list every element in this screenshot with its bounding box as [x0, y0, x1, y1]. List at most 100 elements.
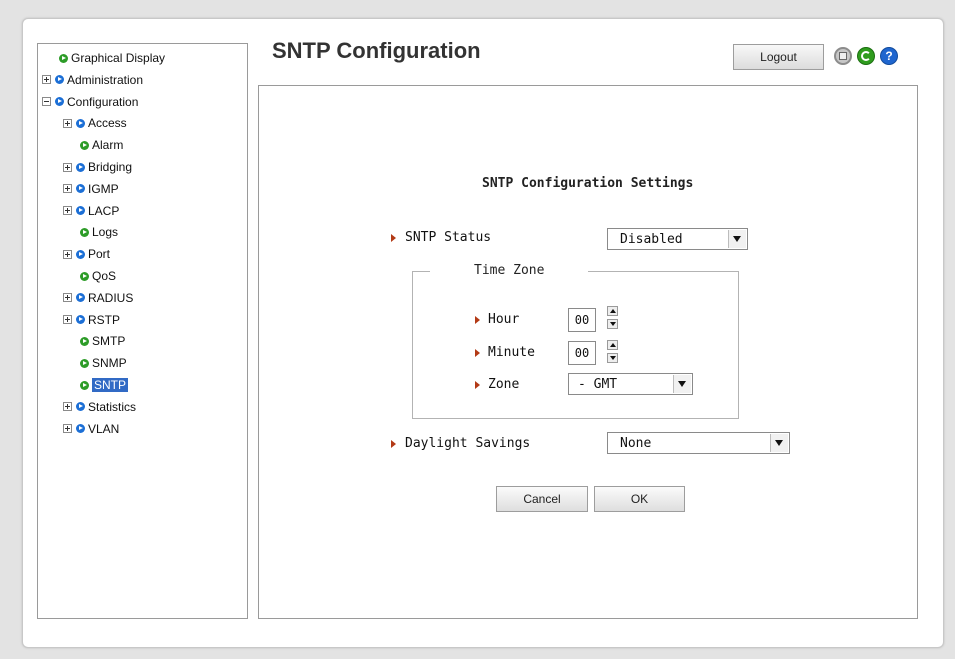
- sidebar-item-statistics[interactable]: Statistics: [63, 398, 136, 416]
- sidebar-item-igmp[interactable]: IGMP: [63, 180, 119, 198]
- sidebar-item-radius[interactable]: RADIUS: [63, 289, 133, 307]
- chevron-down-icon[interactable]: [728, 230, 746, 248]
- logout-button[interactable]: Logout: [733, 44, 824, 70]
- sidebar-item-sntp[interactable]: SNTP: [80, 376, 129, 394]
- bullet-arrow-icon: [80, 227, 89, 237]
- sidebar-item-label: RSTP: [88, 312, 121, 327]
- sidebar-item-label: Port: [88, 247, 111, 262]
- sidebar-item-snmp[interactable]: SNMP: [80, 354, 127, 372]
- expand-icon[interactable]: [63, 424, 72, 434]
- sidebar-item-label: RADIUS: [88, 290, 134, 305]
- sidebar-item-label: SMTP: [92, 334, 126, 349]
- daylight-savings-label: Daylight Savings: [391, 436, 530, 451]
- label-arrow-icon: [391, 233, 396, 242]
- expand-icon[interactable]: [63, 402, 72, 412]
- hour-decrement-icon[interactable]: [607, 319, 618, 329]
- sidebar-item-lacp[interactable]: LACP: [63, 202, 119, 220]
- navigation-tree: Graphical Display Administration Configura…: [37, 43, 248, 619]
- sntp-status-select[interactable]: Disabled: [607, 228, 748, 250]
- minute-field[interactable]: 00: [568, 341, 596, 365]
- zone-select[interactable]: - GMT: [568, 373, 693, 395]
- bullet-arrow-icon: [80, 271, 89, 281]
- sidebar-item-vlan[interactable]: VLAN: [63, 420, 119, 438]
- label-arrow-icon: [475, 315, 480, 324]
- sidebar-item-graphical-display[interactable]: Graphical Display: [59, 49, 165, 67]
- bullet-arrow-icon: [76, 249, 85, 259]
- bullet-arrow-icon: [59, 53, 68, 63]
- sidebar-item-rstp[interactable]: RSTP: [63, 311, 120, 329]
- daylight-savings-select[interactable]: None: [607, 432, 790, 454]
- bullet-arrow-icon: [76, 206, 85, 216]
- expand-icon[interactable]: [63, 162, 72, 172]
- collapse-icon[interactable]: [42, 97, 51, 107]
- bullet-arrow-icon: [76, 184, 85, 194]
- zone-label-text: Zone: [488, 377, 520, 392]
- cancel-button[interactable]: Cancel: [496, 486, 588, 512]
- sidebar-item-configuration[interactable]: Configuration: [42, 93, 138, 111]
- hour-label: Hour: [475, 312, 519, 327]
- minute-increment-icon[interactable]: [607, 340, 618, 350]
- refresh-icon[interactable]: [857, 47, 875, 65]
- minute-label: Minute: [475, 345, 535, 360]
- label-arrow-icon: [475, 348, 480, 357]
- expand-icon[interactable]: [63, 249, 72, 259]
- bullet-arrow-icon: [80, 358, 89, 368]
- bullet-arrow-icon: [76, 162, 85, 172]
- expand-icon[interactable]: [63, 293, 72, 303]
- sntp-status-label: SNTP Status: [391, 230, 491, 245]
- bullet-arrow-icon: [76, 118, 85, 128]
- sidebar-item-label: Access: [88, 116, 127, 131]
- bullet-arrow-icon: [80, 336, 89, 346]
- expand-icon[interactable]: [63, 206, 72, 216]
- bullet-arrow-icon: [76, 424, 85, 434]
- expand-icon[interactable]: [63, 118, 72, 128]
- sntp-status-value: Disabled: [620, 232, 683, 247]
- help-icon[interactable]: ?: [880, 47, 898, 65]
- settings-title: SNTP Configuration Settings: [482, 176, 694, 191]
- sidebar-item-administration[interactable]: Administration: [42, 71, 143, 89]
- sidebar-item-logs[interactable]: Logs: [80, 223, 118, 241]
- label-arrow-icon: [475, 380, 480, 389]
- sidebar-item-label: Alarm: [92, 138, 124, 153]
- hour-increment-icon[interactable]: [607, 306, 618, 316]
- expand-icon[interactable]: [42, 75, 51, 85]
- time-zone-legend: Time Zone: [430, 263, 589, 278]
- daylight-savings-label-text: Daylight Savings: [405, 436, 531, 451]
- sidebar-item-label: SNTP: [92, 378, 129, 392]
- expand-icon[interactable]: [63, 315, 72, 325]
- chevron-down-icon[interactable]: [673, 375, 691, 393]
- bullet-arrow-icon: [76, 293, 85, 303]
- sidebar-item-smtp[interactable]: SMTP: [80, 332, 125, 350]
- sidebar-item-port[interactable]: Port: [63, 245, 110, 263]
- sidebar-item-label: IGMP: [88, 181, 119, 196]
- bullet-arrow-icon: [80, 140, 89, 150]
- hour-label-text: Hour: [488, 312, 520, 327]
- expand-icon[interactable]: [63, 184, 72, 194]
- minute-decrement-icon[interactable]: [607, 353, 618, 363]
- ok-button[interactable]: OK: [594, 486, 685, 512]
- save-icon[interactable]: [834, 47, 852, 65]
- bullet-arrow-icon: [55, 97, 64, 107]
- sidebar-item-qos[interactable]: QoS: [80, 267, 116, 285]
- bullet-arrow-icon: [80, 380, 89, 390]
- sidebar-item-label: Administration: [67, 72, 144, 87]
- zone-label: Zone: [475, 377, 519, 392]
- sidebar-item-bridging[interactable]: Bridging: [63, 158, 132, 176]
- hour-field[interactable]: 00: [568, 308, 596, 332]
- daylight-savings-value: None: [620, 436, 652, 451]
- sidebar-item-label: QoS: [92, 269, 117, 283]
- sidebar-item-label: VLAN: [88, 421, 120, 436]
- bullet-arrow-icon: [76, 315, 85, 325]
- sidebar-item-access[interactable]: Access: [63, 114, 127, 132]
- sidebar-item-label: Logs: [92, 225, 119, 240]
- sidebar-item-label: SNMP: [92, 356, 127, 371]
- chevron-down-icon[interactable]: [770, 434, 788, 452]
- sidebar-item-alarm[interactable]: Alarm: [80, 136, 123, 154]
- bullet-arrow-icon: [76, 402, 85, 412]
- sidebar-item-label: Graphical Display: [71, 51, 166, 65]
- minute-label-text: Minute: [488, 345, 535, 360]
- label-arrow-icon: [391, 439, 396, 448]
- zone-value: - GMT: [578, 377, 618, 392]
- sidebar-item-label: Configuration: [67, 94, 139, 109]
- sidebar-item-label: Bridging: [88, 160, 133, 174]
